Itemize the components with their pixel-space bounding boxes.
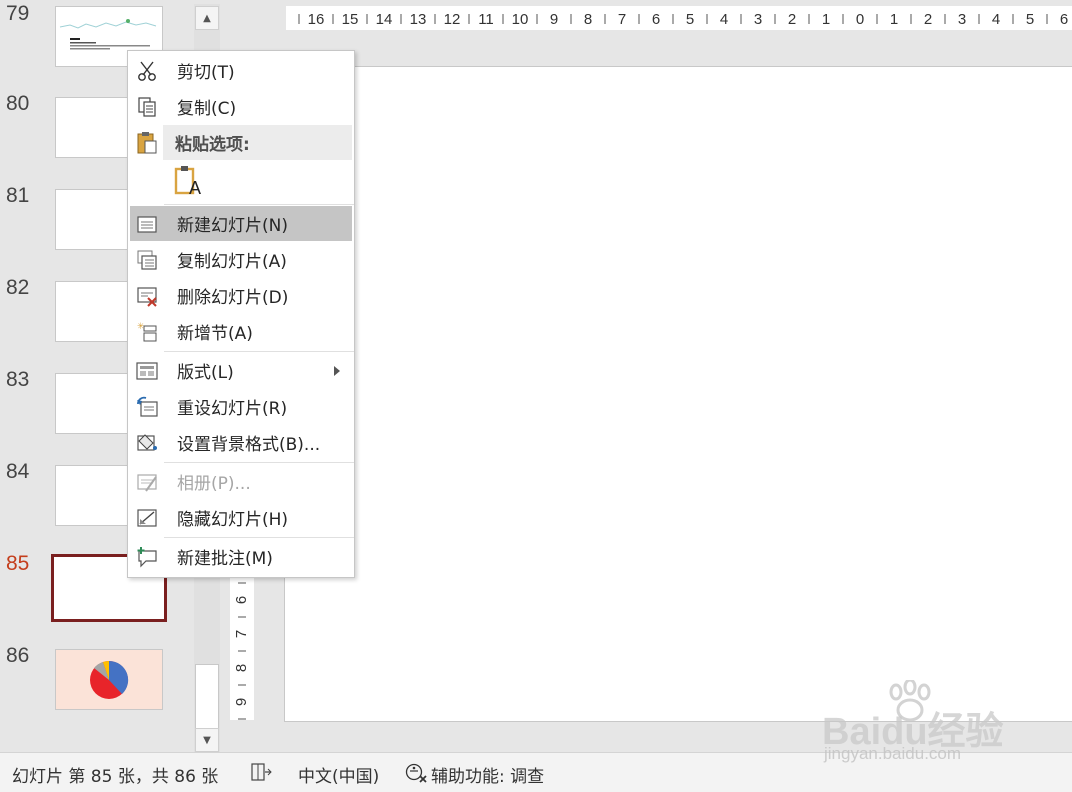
slide-number: 83 [6, 368, 30, 391]
ruler-label: 0 [856, 11, 864, 28]
menu-item-delete-slide[interactable]: 删除幻灯片(D) [130, 278, 352, 313]
menu-item-label: 新建批注(M) [177, 549, 273, 569]
slide-number: 81 [6, 184, 30, 207]
scrollbar-thumb[interactable] [195, 664, 219, 732]
menu-item-label: 隐藏幻灯片(H) [177, 510, 289, 530]
ruler-label: 16 [308, 11, 325, 28]
copy-icon [138, 97, 156, 117]
menu-separator [164, 462, 354, 463]
ruler-label: 4 [720, 11, 728, 28]
watermark-url: jingyan.baidu.com [824, 744, 962, 763]
ruler-label: 12 [444, 11, 461, 28]
slide-number: 79 [6, 2, 30, 25]
new-comment-icon [137, 547, 157, 568]
slide-canvas[interactable] [284, 66, 1072, 722]
ruler-label: 10 [512, 11, 529, 28]
slide-count-status: 幻灯片 第 85 张，共 86 张 [12, 767, 219, 787]
menu-item-duplicate-slide[interactable]: 复制幻灯片(A) [130, 242, 352, 277]
menu-item-new-slide[interactable]: 新建幻灯片(N) [130, 206, 352, 241]
clipboard-icon [137, 132, 157, 154]
layout-icon [136, 362, 158, 380]
submenu-arrow-icon [334, 366, 340, 376]
photo-album-icon [137, 474, 157, 492]
accessibility-icon [404, 762, 428, 784]
slide-number: 82 [6, 276, 30, 299]
delete-slide-icon [137, 287, 157, 307]
ruler-label: 3 [958, 11, 966, 28]
ruler-label: 9 [233, 698, 250, 706]
menu-item-hide-slide[interactable]: 隐藏幻灯片(H) [130, 500, 352, 535]
menu-item-label: 删除幻灯片(D) [177, 288, 289, 308]
paste-keep-text-only-button[interactable]: A [172, 163, 206, 201]
slide-number-active: 85 [6, 552, 30, 575]
menu-item-photo-album[interactable]: 相册(P)... [130, 464, 352, 499]
menu-item-format-background[interactable]: 设置背景格式(B)... [130, 425, 352, 460]
menu-item-label: 设置背景格式(B)... [177, 435, 321, 455]
notes-icon[interactable] [250, 762, 272, 782]
pie-chart-thumbnail-icon [90, 660, 129, 699]
ruler-label: 2 [924, 11, 932, 28]
ruler-label: 14 [376, 11, 393, 28]
new-slide-icon [137, 216, 157, 233]
menu-item-reset-slide[interactable]: 重设幻灯片(R) [130, 389, 352, 424]
menu-separator [164, 351, 354, 352]
paste-options-header: 粘贴选项: [163, 125, 352, 160]
ruler-label: 6 [233, 596, 250, 604]
menu-item-layout[interactable]: 版式(L) [130, 353, 352, 388]
ruler-label: 1 [890, 11, 898, 28]
baidu-watermark: Baidu经验 jingyan.baidu.com [820, 680, 1020, 770]
ruler-label: 5 [1026, 11, 1034, 28]
menu-separator [164, 537, 354, 538]
scroll-up-button[interactable]: ▲ [195, 6, 219, 30]
menu-item-label: 粘贴选项: [175, 135, 250, 155]
ruler-label: 4 [992, 11, 1000, 28]
menu-item-label: 新建幻灯片(N) [177, 216, 288, 236]
hide-slide-icon [137, 509, 157, 527]
menu-item-copy[interactable]: 复制(C) [130, 89, 352, 124]
menu-item-label: 复制幻灯片(A) [177, 252, 287, 272]
horizontal-ruler-ticks: 16 15 14 13 12 11 10 9 8 7 6 5 4 3 2 1 0 1 2 3 4 5 6 [298, 11, 1068, 28]
menu-item-new-comment[interactable]: 新建批注(M) [130, 539, 352, 574]
ruler-label: 6 [652, 11, 660, 28]
ruler-label: 13 [410, 11, 427, 28]
format-background-icon [137, 434, 157, 451]
ruler-label: 2 [788, 11, 796, 28]
ruler-label: 7 [618, 11, 626, 28]
ruler-label: 1 [822, 11, 830, 28]
menu-item-add-section[interactable]: ✳ 新增节(A) [130, 314, 352, 349]
scroll-down-button[interactable]: ▼ [195, 728, 219, 752]
horizontal-ruler: 16 15 14 13 12 11 10 9 8 7 6 5 4 3 2 1 0 1 2 3 4 5 6 [286, 6, 1072, 30]
menu-item-label: 复制(C) [177, 99, 237, 119]
ruler-label: 6 [1060, 11, 1068, 28]
menu-item-label: 版式(L) [177, 363, 234, 383]
scissors-icon [138, 61, 156, 81]
notes-icon-glyph [251, 763, 272, 781]
context-menu: 剪切(T) 复制(C) 粘贴选项: A 新建幻灯片(N) 复制幻灯片(A) 删除… [127, 50, 355, 578]
ruler-label: 8 [233, 664, 250, 672]
slide-number: 80 [6, 92, 30, 115]
slide-thumbnail[interactable] [55, 649, 163, 710]
menu-item-label: 重设幻灯片(R) [177, 399, 288, 419]
ruler-label: 9 [550, 11, 558, 28]
language-status[interactable]: 中文(中国) [298, 762, 379, 787]
slide-number: 86 [6, 644, 30, 667]
paste-text-only-glyph: A [189, 178, 202, 198]
menu-item-label: 剪切(T) [177, 63, 235, 83]
menu-item-cut[interactable]: 剪切(T) [130, 53, 352, 88]
accessibility-icon-glyph [405, 763, 427, 783]
accessibility-status[interactable]: 辅助功能: 调查 [431, 762, 544, 787]
duplicate-slide-icon [137, 250, 157, 270]
ruler-label: 3 [754, 11, 762, 28]
reset-slide-icon [137, 396, 158, 417]
ruler-label: 11 [478, 11, 494, 28]
menu-item-label: 相册(P)... [177, 474, 251, 494]
ruler-label: 7 [233, 630, 250, 638]
ruler-label: 5 [686, 11, 694, 28]
ruler-label: 15 [342, 11, 359, 28]
menu-item-label: 新增节(A) [177, 324, 253, 344]
add-section-icon: ✳ [137, 322, 157, 342]
ruler-label: 8 [584, 11, 592, 28]
slide-number: 84 [6, 460, 30, 483]
menu-separator [164, 204, 354, 205]
